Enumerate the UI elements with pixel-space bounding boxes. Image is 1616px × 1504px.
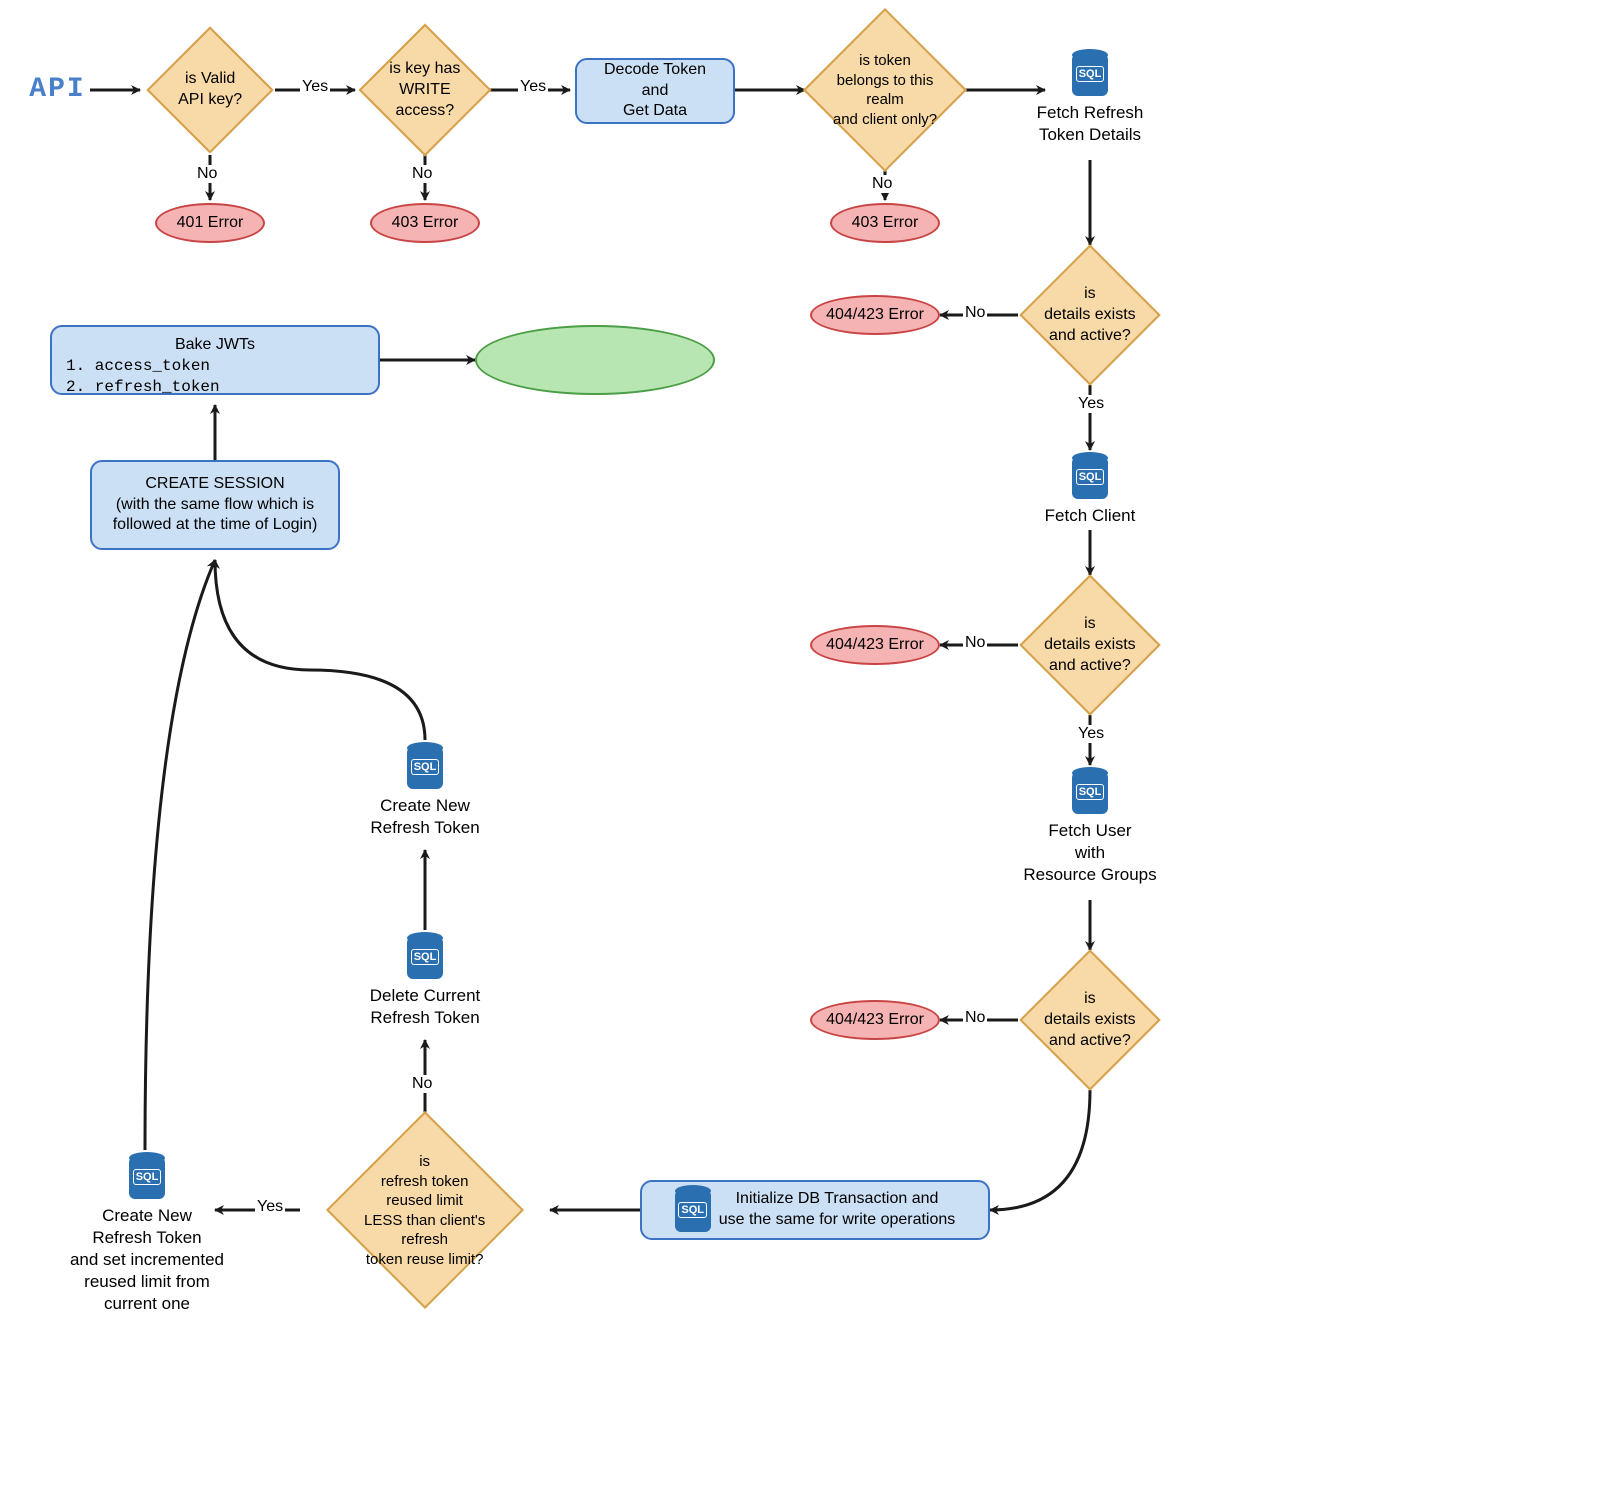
flowchart-canvas: API is Valid API key? Yes No 401 Error i… xyxy=(20,20,1596,1484)
error-404-423: 404/423 Error xyxy=(810,625,940,665)
database-icon: SQL xyxy=(1072,455,1108,499)
arrows-layer xyxy=(20,20,1596,1484)
error-404-423: 404/423 Error xyxy=(810,295,940,335)
database-icon: SQL xyxy=(1072,770,1108,814)
edge-label-no: No xyxy=(195,165,219,183)
decision-refresh-token-reuse-limit: is refresh token reused limit LESS than … xyxy=(326,1111,524,1309)
sql-fetch-user-resource-groups: SQL Fetch User with Resource Groups xyxy=(1010,770,1170,886)
decision-valid-api-key: is Valid API key? xyxy=(146,26,273,153)
edge-label-yes: Yes xyxy=(1076,395,1106,413)
process-decode-token: Decode Token and Get Data xyxy=(575,58,735,124)
edge-label-yes: Yes xyxy=(255,1198,285,1216)
success-200 xyxy=(475,325,715,395)
process-bake-jwts: Bake JWTs 1. access_token 2. refresh_tok… xyxy=(50,325,380,395)
edge-label-yes: Yes xyxy=(518,78,548,96)
edge-label-no: No xyxy=(410,165,434,183)
sql-fetch-refresh-token: SQL Fetch Refresh Token Details xyxy=(1020,52,1160,146)
database-icon: SQL xyxy=(407,935,443,979)
sql-create-new-refresh-token: SQL Create New Refresh Token xyxy=(355,745,495,839)
edge-label-no: No xyxy=(870,175,894,193)
sql-create-refresh-token-incremented: SQL Create New Refresh Token and set inc… xyxy=(47,1155,247,1315)
sql-delete-current-refresh-token: SQL Delete Current Refresh Token xyxy=(355,935,495,1029)
process-init-db-transaction: SQL Initialize DB Transaction and use th… xyxy=(640,1180,990,1240)
edge-label-no: No xyxy=(963,304,987,322)
edge-label-no: No xyxy=(410,1075,434,1093)
edge-label-yes: Yes xyxy=(300,78,330,96)
process-create-session: CREATE SESSION (with the same flow which… xyxy=(90,460,340,550)
sql-fetch-client: SQL Fetch Client xyxy=(1030,455,1150,527)
database-icon: SQL xyxy=(675,1188,711,1232)
api-start: API xyxy=(25,72,90,108)
error-403: 403 Error xyxy=(370,203,480,243)
edge-label-no: No xyxy=(963,1009,987,1027)
decision-token-realm-client: is token belongs to this realm and clien… xyxy=(803,8,967,172)
edge-label-yes: Yes xyxy=(1076,725,1106,743)
database-icon: SQL xyxy=(129,1155,165,1199)
decision-details-active-1: is details exists and active? xyxy=(1019,244,1160,385)
error-404-423: 404/423 Error xyxy=(810,1000,940,1040)
error-403: 403 Error xyxy=(830,203,940,243)
database-icon: SQL xyxy=(1072,52,1108,96)
edge-label-no: No xyxy=(963,634,987,652)
decision-details-active-2: is details exists and active? xyxy=(1019,574,1160,715)
database-icon: SQL xyxy=(407,745,443,789)
error-401: 401 Error xyxy=(155,203,265,243)
decision-details-active-3: is details exists and active? xyxy=(1019,949,1160,1090)
decision-write-access: is key has WRITE access? xyxy=(359,24,492,157)
